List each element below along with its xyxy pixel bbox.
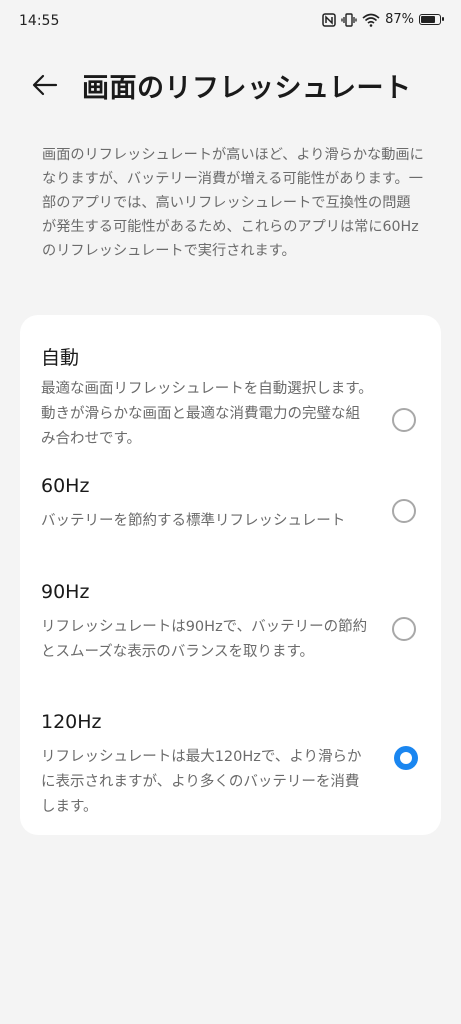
option-title: 90Hz xyxy=(41,581,90,603)
option-120hz[interactable]: 120Hz リフレッシュレートは最大120Hzで、より滑らかに表示されますが、よ… xyxy=(20,711,441,815)
page-title: 画面のリフレッシュレート xyxy=(82,73,412,104)
option-90hz[interactable]: 90Hz リフレッシュレートは90Hzで、バッテリーの節約とスムーズな表示のバラ… xyxy=(20,581,441,681)
option-title: 60Hz xyxy=(41,475,90,497)
option-auto[interactable]: 自動 最適な画面リフレッシュレートを自動選択します。動きが滑らかな画面と最適な消… xyxy=(20,343,441,453)
radio-120hz[interactable] xyxy=(394,746,418,770)
arrow-left-icon xyxy=(32,74,58,96)
back-button[interactable] xyxy=(30,70,60,100)
radio-auto[interactable] xyxy=(392,408,416,432)
status-time: 14:55 xyxy=(19,13,60,29)
battery-percent: 87% xyxy=(385,12,414,27)
battery-fill xyxy=(421,16,435,23)
option-description: バッテリーを節約する標準リフレッシュレート xyxy=(41,513,346,529)
option-description: リフレッシュレートは90Hzで、バッテリーの節約とスムーズな表示のバランスを取り… xyxy=(41,619,368,660)
description-text: 画面のリフレッシュレートが高いほど、より滑らかな動画になりますが、バッテリー消費… xyxy=(42,147,424,259)
option-title: 自動 xyxy=(41,347,80,369)
option-60hz[interactable]: 60Hz バッテリーを節約する標準リフレッシュレート xyxy=(20,475,441,555)
radio-60hz[interactable] xyxy=(392,499,416,523)
wifi-icon xyxy=(362,13,380,27)
vibrate-icon xyxy=(341,12,357,27)
nfc-icon xyxy=(322,12,336,27)
option-description: リフレッシュレートは最大120Hzで、より滑らかに表示されますが、より多くのバッ… xyxy=(41,749,362,815)
header: 画面のリフレッシュレート xyxy=(0,62,461,106)
status-icons: 87% xyxy=(322,12,444,27)
option-title: 120Hz xyxy=(41,711,102,733)
refresh-rate-options: 自動 最適な画面リフレッシュレートを自動選択します。動きが滑らかな画面と最適な消… xyxy=(20,315,441,835)
radio-90hz[interactable] xyxy=(392,617,416,641)
status-bar: 14:55 87% xyxy=(0,0,461,42)
option-description: 最適な画面リフレッシュレートを自動選択します。動きが滑らかな画面と最適な消費電力… xyxy=(41,381,373,447)
battery-icon xyxy=(419,14,444,25)
